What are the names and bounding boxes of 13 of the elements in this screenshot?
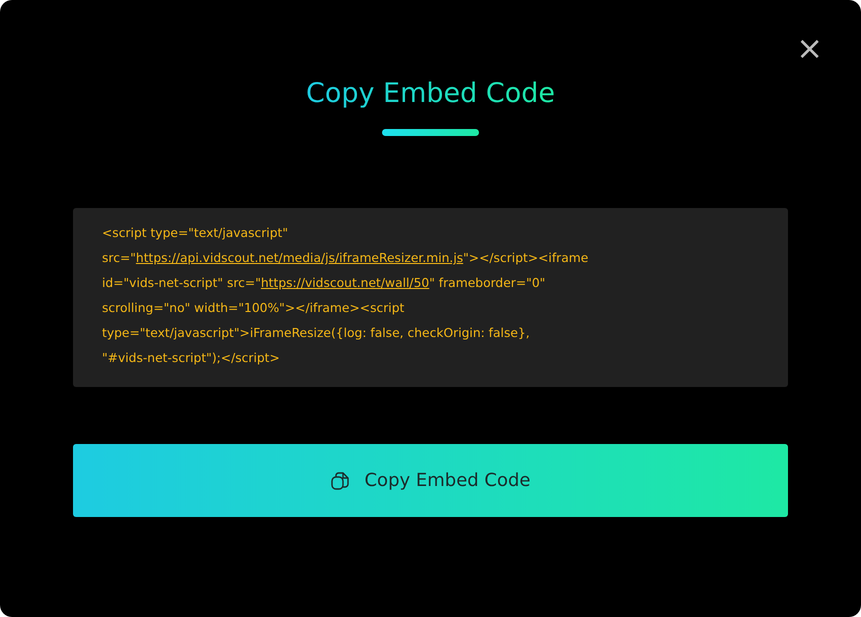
code-line: type="text/javascript">iFrameResize({log: false, checkOrigin: false}, [102,325,531,342]
code-line: <script type="text/javascript" [102,225,290,242]
code-text: id="vids-net-script" src=" [102,276,261,290]
code-text: "></script><iframe [463,251,588,265]
code-line: scrolling="no" width="100%"></iframe><script [102,300,406,317]
copy-embed-button[interactable]: Copy Embed Code [73,444,788,517]
code-text: src=" [102,251,136,265]
close-button[interactable]: × [796,34,823,62]
copy-icon [330,470,350,490]
code-link[interactable]: https://vidscout.net/wall/50 [260,276,430,290]
code-text: " frameborder="0" [429,276,546,290]
code-link[interactable]: https://api.vidscout.net/media/js/iframeResizer.min.js [136,251,464,265]
code-line: "#vids-net-script");</script> [102,350,281,367]
